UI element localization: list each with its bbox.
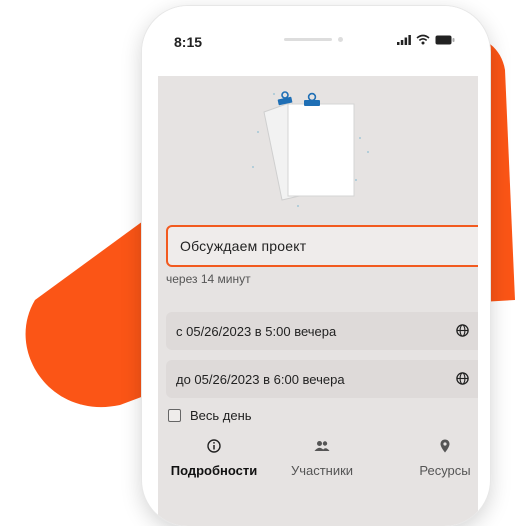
tab-resources[interactable]: Ресурсы [410,428,478,478]
event-title-field[interactable]: Обсуждаем проект [166,225,478,267]
phone-frame: 8:15 Обсуждаем проект через 14 минут с 0… [142,6,490,526]
end-datetime-value: до 05/26/2023 в 6:00 вечера [176,372,345,387]
info-icon [207,439,221,453]
tab-resources-label: Ресурсы [419,463,471,478]
wifi-icon [416,34,430,45]
all-day-label: Весь день [190,408,252,423]
event-starts-in: через 14 минут [166,272,251,286]
notch-speaker [284,38,332,41]
start-datetime-value: с 05/26/2023 в 5:00 вечера [176,324,337,339]
bottom-tab-bar: Подробности Участники Ресурсы [158,428,478,484]
start-datetime-field[interactable]: с 05/26/2023 в 5:00 вечера [166,312,478,350]
all-day-checkbox[interactable] [168,409,181,422]
tab-participants[interactable]: Участники [286,428,358,478]
location-pin-icon [440,439,450,453]
tab-details-label: Подробности [170,463,258,478]
event-title-value: Обсуждаем проект [180,238,307,254]
globe-icon[interactable] [456,324,469,337]
status-bar: 8:15 [142,6,490,76]
signal-icon [397,34,411,45]
battery-icon [435,35,455,44]
end-datetime-field[interactable]: до 05/26/2023 в 6:00 вечера [166,360,478,398]
all-day-option[interactable]: Весь день [168,408,252,423]
tab-participants-label: Участники [290,463,354,478]
status-icons [397,34,455,45]
clipboard-illustration-icon [252,91,369,207]
event-screen: Обсуждаем проект через 14 минут с 05/26/… [158,76,478,526]
status-time: 8:15 [174,34,203,50]
notch-camera [338,37,343,42]
people-icon [314,441,330,451]
globe-icon[interactable] [456,372,469,385]
tab-details[interactable]: Подробности [168,428,260,478]
